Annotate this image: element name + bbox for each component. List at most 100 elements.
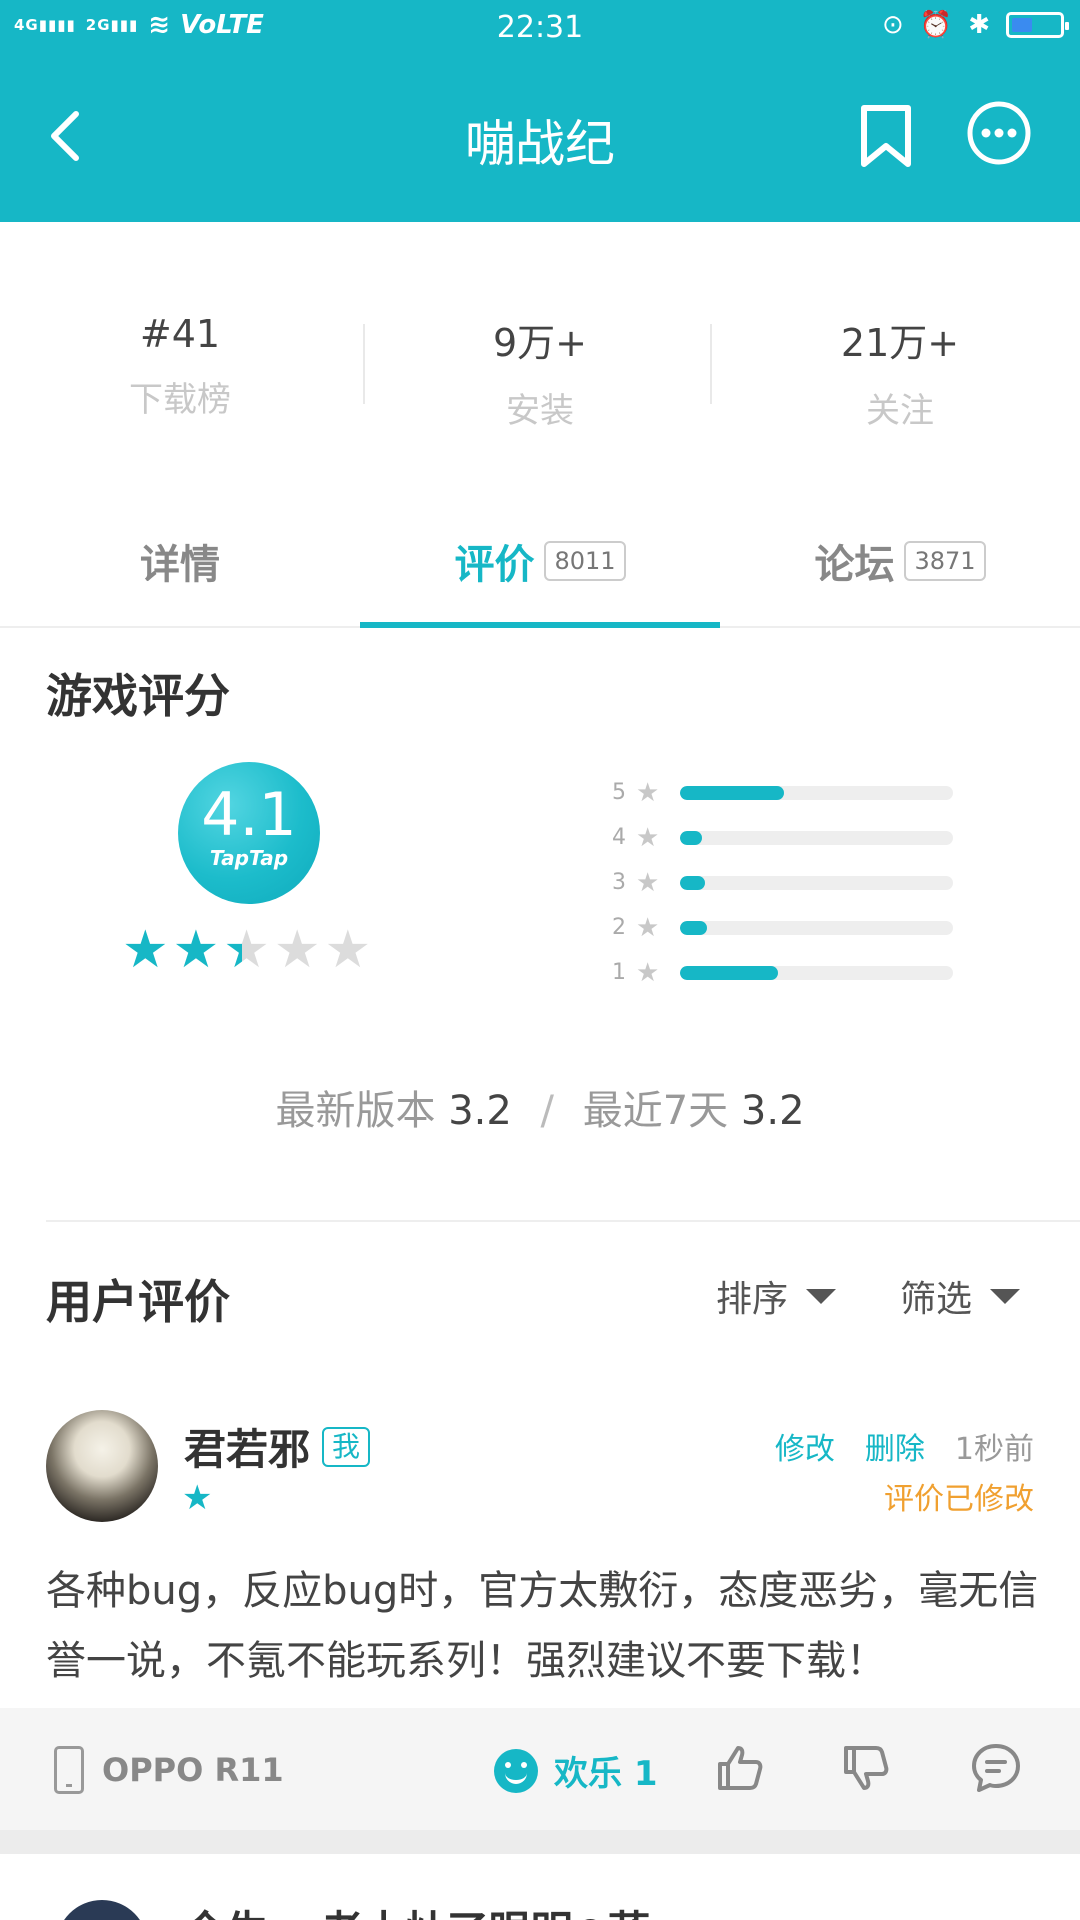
bookmark-icon[interactable] [858,104,914,168]
distribution-fill [680,785,784,800]
rating-badge: 4.1 TapTap [178,762,320,904]
edit-button[interactable]: 修改 [775,1424,835,1468]
device-info: OPPO R11 [54,1746,284,1794]
rating-distribution: 5 ★ 4 ★ 3 ★ 2 ★ 1 ★ [612,770,972,995]
tab-label: 论坛 [814,542,895,588]
stat-installs: 9万+ 安装 [360,312,720,432]
game-stats: #41 下载榜 9万+ 安装 21万+ 关注 [0,222,1080,462]
top-bar: 嘣战纪 [0,56,1080,222]
distribution-row: 1 ★ [612,950,972,995]
review-username[interactable]: 今生za老土灶了眼明⊙萨 [184,1898,650,1920]
stat-label: 下载榜 [129,380,231,420]
star-icon: ★ [636,912,660,943]
delete-button[interactable]: 删除 [865,1424,925,1468]
stat-follows: 21万+ 关注 [720,312,1080,432]
avatar[interactable] [56,1900,148,1920]
tab-forum[interactable]: 论坛 3871 [720,532,1080,590]
version-rating-line: 最新版本 3.2 / 最近7天 3.2 [0,1078,1080,1136]
star-level-label: 3 [612,870,626,895]
filter-dropdown[interactable]: 筛选 [900,1270,1021,1322]
review-actions: 修改 删除 1秒前 [775,1424,1034,1468]
stat-label: 安装 [506,391,574,431]
distribution-fill [680,875,705,890]
device-name: OPPO R11 [102,1751,284,1789]
status-right: ⊙ ⏰ ✱ [882,10,1069,40]
stat-value: 21万+ [840,321,960,365]
list-item-next-review[interactable]: 今生za老土灶了眼明⊙萨 [0,1854,1080,1920]
alarm-icon: ⏰ [919,10,953,40]
tab-count: 8011 [544,541,626,581]
distribution-fill [680,920,708,935]
rating-score: 4.1 [201,780,297,850]
star-icon: ★ [324,920,372,980]
tab-count: 3871 [904,541,986,581]
distribution-row: 2 ★ [612,905,972,950]
recent-value: 3.2 [740,1088,805,1134]
stat-label: 关注 [866,391,934,431]
tab-label: 评价 [454,542,535,588]
thumbs-up-icon[interactable] [712,1740,768,1796]
recent-label: 最近7天 [582,1088,729,1134]
star-level-label: 1 [612,960,626,985]
review-text[interactable]: 各种bug，反应bug时，官方太敷衍，态度恶劣，毫无信誉一说，不氪不能玩系列！强… [46,1556,1046,1696]
rotation-lock-icon: ⊙ [882,10,904,40]
phone-icon [54,1746,84,1794]
stat-value: #41 [139,312,221,356]
separator: / [540,1088,555,1134]
distribution-row: 3 ★ [612,860,972,905]
tab-reviews[interactable]: 评价 8011 [360,532,720,590]
tab-indicator [360,622,720,628]
sort-dropdown[interactable]: 排序 [716,1270,837,1322]
review-username[interactable]: 君若邪 我 [184,1416,371,1477]
filter-label: 筛选 [900,1279,973,1320]
star-icon: ★ [223,920,270,980]
page-title: 嘣战纪 [465,115,615,173]
tab-label: 详情 [140,542,220,588]
thumbs-down-icon[interactable] [838,1740,894,1796]
bluetooth-icon: ✱ [968,10,990,40]
star-icon: ★ [636,822,660,853]
stat-value: 9万+ [492,321,588,365]
star-level-label: 5 [612,780,626,805]
status-bar: 4G▮▮▮▮ 2G▮▮▮ ≋ VoLTE 22:31 ⊙ ⏰ ✱ [0,0,1080,56]
modified-notice: 评价已修改 [884,1482,1034,1517]
distribution-fill [680,830,702,845]
tab-details[interactable]: 详情 [0,532,360,590]
taptap-logo: TapTap [209,846,289,870]
comment-icon[interactable] [968,1740,1024,1796]
section-title-user-reviews: 用户评价 [46,1275,230,1329]
distribution-row: 4 ★ [612,815,972,860]
list-separator [0,1830,1080,1854]
tab-bar: 详情 评价 8011 论坛 3871 [0,500,1080,628]
star-icon: ★ [273,920,321,980]
stat-rank[interactable]: #41 下载榜 [0,312,360,421]
smile-icon [494,1748,538,1793]
more-options-icon[interactable] [966,100,1032,166]
avatar[interactable] [46,1410,158,1522]
distribution-track [680,965,953,980]
star-icon: ★ [636,777,660,808]
user-rating-star-icon: ★ [182,1478,213,1518]
username-text: 君若邪 [184,1425,311,1474]
me-tag: 我 [322,1426,371,1467]
distribution-fill [680,965,779,980]
star-level-label: 2 [612,915,626,940]
distribution-track [680,875,953,890]
review-time: 1秒前 [954,1432,1034,1467]
star-icon: ★ [122,920,169,980]
section-divider [46,1220,1080,1222]
rating-stars: ★ ★ ★ ★ ★ [122,924,371,976]
star-icon: ★ [636,867,660,898]
star-level-label: 4 [612,825,626,850]
joy-reaction-button[interactable]: 欢乐 1 [494,1746,658,1795]
distribution-track [680,785,953,800]
chevron-down-icon [990,1288,1021,1304]
distribution-row: 5 ★ [612,770,972,815]
chevron-down-icon [806,1288,837,1304]
section-title-rating: 游戏评分 [46,669,230,723]
divider [710,324,712,404]
latest-version-label: 最新版本 [275,1088,436,1134]
distribution-track [680,920,953,935]
sort-label: 排序 [716,1279,789,1320]
joy-label: 欢乐 1 [554,1754,658,1794]
